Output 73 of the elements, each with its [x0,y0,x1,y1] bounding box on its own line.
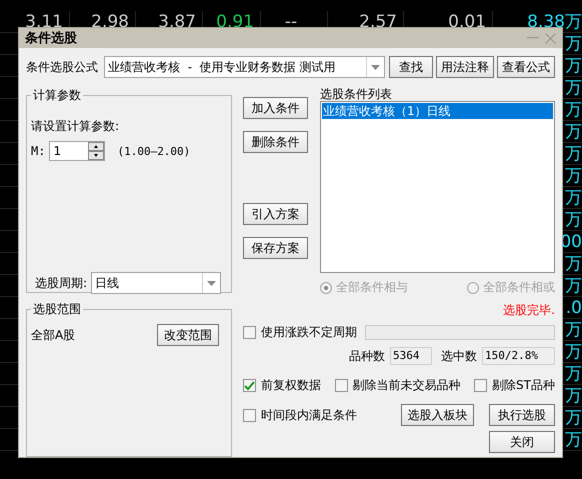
table-cell: 万 [565,78,582,98]
table-cell: 3.87 [158,12,196,32]
condition-button[interactable]: 加入条件 [243,97,308,119]
table-cell: 万 [565,276,582,296]
close-button[interactable]: 关闭 [489,431,555,453]
action-button[interactable]: 执行选股 [489,404,555,426]
table-cell: 万 [565,34,582,54]
group-title: 选股范围 [32,301,82,318]
table-cell: 万 [565,100,582,120]
formula-dropdown[interactable]: 业绩营收考核 - 使用专业财务数据 测试用 [104,56,385,78]
status-text: 选股完毕. [503,303,555,317]
table-cell: 万 [565,430,582,450]
checkbox[interactable] [474,379,488,392]
list-item[interactable]: 业绩营收考核（1）日线 [322,103,553,119]
condition-button[interactable]: 引入方案 [243,203,308,225]
close-icon[interactable] [545,32,556,44]
checkbox-label: 使用涨跌不定周期 [261,324,357,340]
prompt-text: 请设置计算参数: [31,118,120,135]
table-cell: 2.98 [91,12,129,32]
action-button[interactable]: 选股入板块 [401,404,474,426]
table-cell: -- [284,12,298,32]
table-cell: 万 [565,122,582,142]
checkbox-label: 时间段内满足条件 [261,406,357,424]
radio-label: 全部条件相与 [336,279,408,296]
group-title: 计算参数 [32,87,82,104]
table-cell: 2.57 [359,12,397,32]
table-cell: 万 [565,144,582,164]
toolbar-button[interactable]: 查看公式 [497,56,555,78]
condition-button[interactable]: 保存方案 [243,237,308,259]
table-cell: 0.91 [216,12,254,32]
dropdown-arrow-icon [371,64,380,70]
table-cell: 0.01 [448,12,486,32]
checkbox[interactable] [243,408,256,422]
table-cell: 8.38万 [527,12,582,32]
count-label: 选中数 [441,348,477,364]
list-title: 选股条件列表 [320,87,393,101]
checkbox-label: 剔除ST品种 [492,377,555,394]
radio-label: 全部条件相或 [483,279,555,296]
checkbox[interactable] [243,379,256,392]
range-hint: (1.00—2.00) [117,144,190,158]
table-cell: 万 [565,364,582,384]
checkbox-label: 剔除当前未交易品种 [352,377,461,394]
scope-value: 全部A股 [31,326,76,344]
number-field[interactable]: 1 [49,141,106,161]
dropdown-arrow-icon [207,280,216,286]
table-cell: 万 [565,408,582,428]
table-cell: 万 [565,166,582,186]
table-cell: 万 [565,342,582,362]
period-dropdown[interactable]: 日线 [91,272,222,294]
table-cell: 万 [565,320,582,340]
spin-arrows-icon[interactable] [88,142,104,160]
toolbar-button[interactable]: 查找 [389,56,433,78]
checkbox[interactable] [243,326,256,338]
minimize-icon[interactable] [527,37,539,39]
toolbar-button[interactable]: 用法注释 [436,56,494,78]
field-label: 条件选股公式 [26,58,99,76]
table-cell: 万 [565,56,582,76]
table-cell: 万 [565,210,582,230]
field-label: 选股周期: [35,274,88,292]
table-cell: 3.11 [25,12,63,32]
table-cell: 万 [565,386,582,406]
window-title: 条件选股 [25,30,78,47]
table-cell: 万 [565,188,582,208]
param-label: M: [31,144,46,158]
checkbox[interactable] [334,379,348,392]
table-cell: 万 [565,254,582,274]
change-scope-button[interactable]: 改变范围 [157,324,219,346]
count-field: 150/2.8% [482,347,555,365]
condition-button[interactable]: 删除条件 [243,131,308,153]
checkbox-label: 前复权数据 [261,377,321,394]
count-field: 5364 [390,347,432,365]
count-label: 品种数 [349,348,385,364]
table-cell: .0 [566,298,582,318]
